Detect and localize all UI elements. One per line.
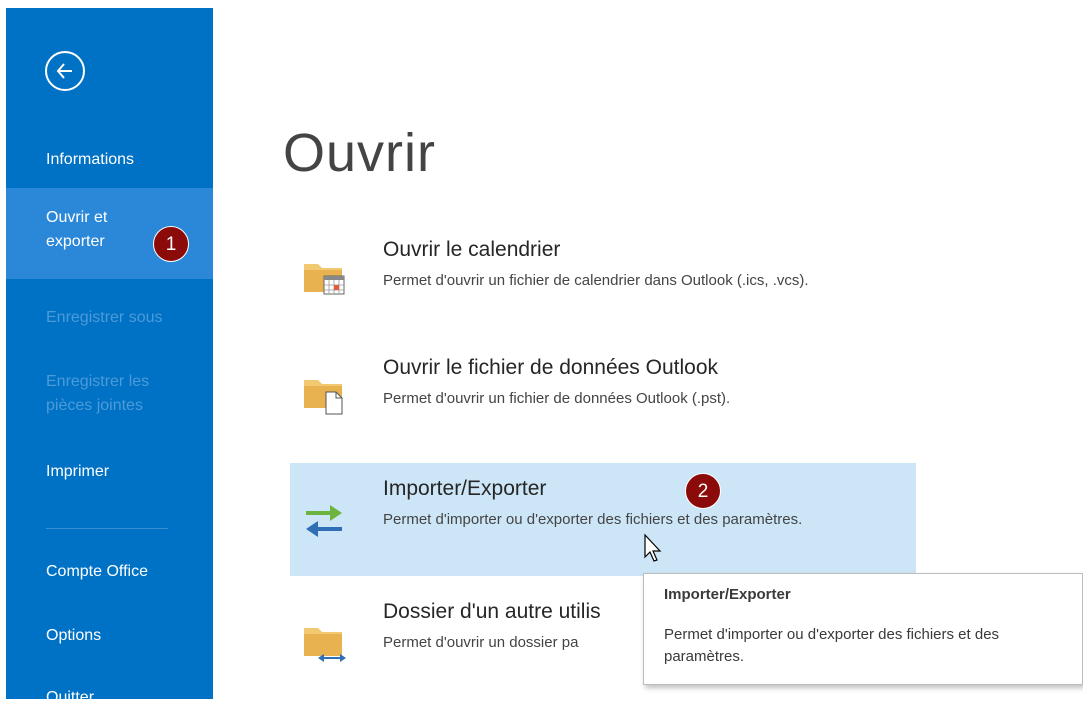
tooltip: Importer/Exporter Permet d'importer ou d…	[643, 573, 1083, 685]
option-title: Ouvrir le calendrier	[383, 238, 561, 261]
option-description: Permet d'ouvrir un fichier de calendrier…	[383, 272, 809, 289]
mouse-pointer-icon	[644, 533, 662, 562]
option-dossier-autre-utilisateur[interactable]: Dossier d'un autre utilis Permet d'ouvri…	[290, 586, 650, 686]
nav-divider	[46, 528, 168, 529]
import-export-arrows-icon	[306, 505, 342, 537]
option-title: Dossier d'un autre utilis	[383, 600, 601, 623]
top-strip	[0, 0, 1083, 8]
nav-item-label: Ouvrir et exporter	[46, 209, 108, 250]
option-description: Permet d'ouvrir un fichier de données Ou…	[383, 390, 731, 407]
nav-item-enregistrer-sous: Enregistrer sous	[46, 309, 163, 326]
option-description: Permet d'ouvrir un dossier pa	[383, 634, 579, 651]
nav-item-options[interactable]: Options	[6, 624, 213, 648]
option-importer-exporter[interactable]: Importer/Exporter Permet d'importer ou d…	[290, 463, 916, 576]
folder-calendar-icon	[304, 264, 345, 295]
page-title: Ouvrir	[283, 123, 436, 183]
option-ouvrir-fichier-donnees[interactable]: Ouvrir le fichier de données Outlook Per…	[290, 342, 916, 432]
nav-item-imprimer[interactable]: Imprimer	[6, 460, 213, 484]
step-badge-2: 2	[685, 473, 721, 509]
nav-item-informations[interactable]: Informations	[6, 148, 213, 172]
nav-item-enregistrer-pieces-jointes: Enregistrer les pièces jointes	[46, 373, 150, 414]
nav-item-compte-office[interactable]: Compte Office	[6, 560, 213, 584]
option-description: Permet d'importer ou d'exporter des fich…	[383, 511, 803, 528]
back-button[interactable]	[45, 51, 85, 91]
option-title: Ouvrir le fichier de données Outlook	[383, 356, 719, 379]
option-ouvrir-calendrier[interactable]: Ouvrir le calendrier Permet d'ouvrir un …	[290, 224, 916, 324]
folder-shared-icon	[304, 628, 346, 662]
backstage-sidebar: Informations Ouvrir et exporter Enregist…	[6, 8, 213, 706]
nav-item-quitter[interactable]: Quitter	[6, 686, 213, 710]
step-badge-1: 1	[153, 226, 189, 262]
folder-file-icon	[304, 380, 343, 415]
option-title: Importer/Exporter	[383, 477, 547, 500]
tooltip-description: Permet d'importer ou d'exporter des fich…	[664, 626, 1000, 665]
back-arrow-icon	[56, 63, 72, 79]
tooltip-title: Importer/Exporter	[664, 586, 791, 603]
